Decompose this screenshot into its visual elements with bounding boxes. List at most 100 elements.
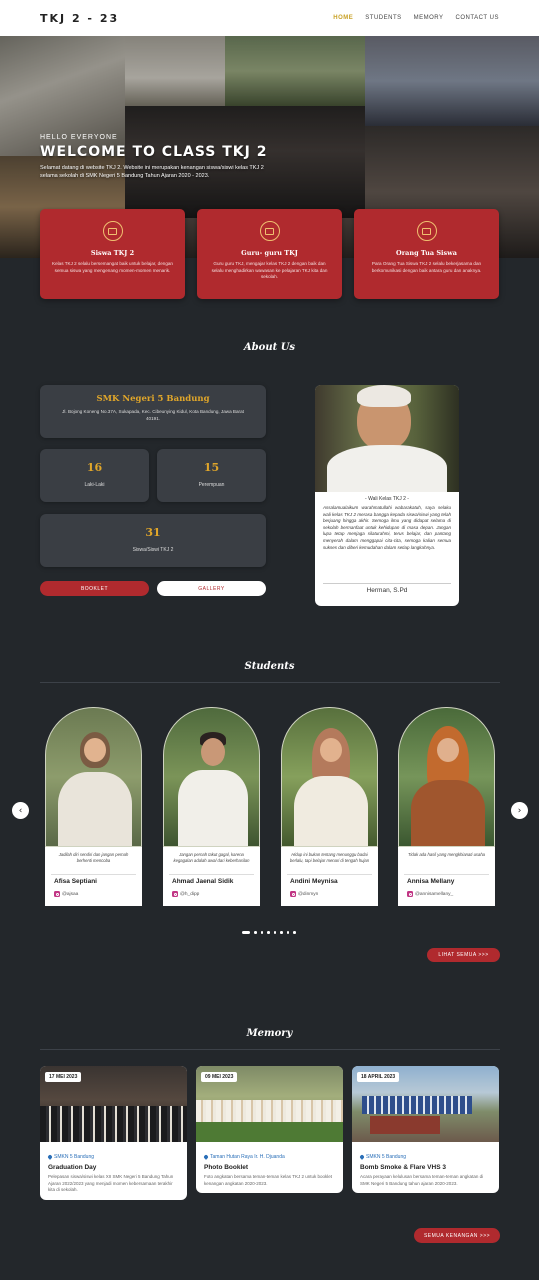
memory-title: Bomb Smoke & Flare VHS 3: [360, 1164, 446, 1171]
student-name: Afisa Septiani: [54, 878, 97, 885]
student-instagram[interactable]: @ajsaa: [62, 892, 78, 897]
stat-label: Laki-Laki: [84, 482, 105, 488]
divider: [287, 874, 372, 875]
stat-value: 31: [145, 526, 161, 539]
student-instagram[interactable]: @h_dipp: [180, 892, 199, 897]
student-card[interactable]: Jangan pernah takut gagal, karena kegaga…: [163, 707, 260, 906]
feature-card-guru: Guru- guru TKJ Guru guru TKJ, mengajar k…: [197, 209, 342, 299]
memory-card[interactable]: 17 MEI 2023 SMKN 5 Bandung Graduation Da…: [40, 1066, 187, 1200]
memory-location: Taman Hutan Raya Ir. H. Djuanda: [210, 1154, 285, 1160]
memory-date: 17 MEI 2023: [45, 1072, 82, 1082]
see-all-memories-button[interactable]: SEMUA KENANGAN >>>: [414, 1228, 500, 1243]
about-heading: About Us: [243, 342, 296, 353]
memory-photo: 18 APRIL 2023: [352, 1066, 499, 1142]
student-instagram[interactable]: @annisamellany_: [415, 892, 453, 897]
feature-title: Siswa TKJ 2: [90, 249, 135, 257]
memory-card[interactable]: 18 APRIL 2023 SMKN 5 Bandung Bomb Smoke …: [352, 1066, 499, 1194]
student-photo: [398, 707, 495, 847]
divider: [169, 874, 254, 875]
student-name: Annisa Mellany: [407, 878, 455, 885]
memory-card[interactable]: 09 MEI 2023 Taman Hutan Raya Ir. H. Djua…: [196, 1066, 343, 1194]
brand-logo[interactable]: TKJ 2 - 23: [40, 12, 119, 25]
memory-location: SMKN 5 Bandung: [366, 1154, 407, 1160]
location-pin-icon: [203, 1154, 209, 1160]
instagram-icon: [290, 891, 296, 897]
nav-item-memory[interactable]: MEMORY: [414, 15, 444, 21]
stat-card-male: 16 Laki-Laki: [40, 449, 149, 502]
memory-description: Foto angkatan bersama teman-teman kelas …: [204, 1174, 332, 1186]
nav-menu: HOME STUDENTS MEMORY CONTACT US: [333, 15, 499, 21]
carousel-dot[interactable]: [254, 931, 257, 934]
feature-text: Kelas TKJ 2 selalu bersemangat baik untu…: [52, 261, 173, 273]
carousel-dot[interactable]: [280, 931, 283, 934]
instagram-icon: [172, 891, 178, 897]
hero-description: Selamat datang di website TKJ 2. Website…: [40, 165, 264, 179]
booklet-button[interactable]: BOOKLET: [40, 581, 149, 596]
gallery-button[interactable]: GALLERY: [157, 581, 266, 596]
divider: [51, 874, 136, 875]
memory-date: 09 MEI 2023: [201, 1072, 238, 1082]
nav-item-home[interactable]: HOME: [333, 15, 353, 21]
teacher-photo: [315, 385, 459, 492]
nav-item-contact[interactable]: CONTACT US: [456, 15, 499, 21]
location-pin-icon: [359, 1154, 365, 1160]
hero-kicker: HELLO EVERYONE: [40, 134, 118, 141]
carousel-pagination: [242, 931, 296, 934]
student-name: Ahmad Jaenal Sidik: [172, 878, 234, 885]
memory-date: 18 APRIL 2023: [357, 1072, 400, 1082]
student-photo: [45, 707, 142, 847]
student-card[interactable]: Jadilah diri sendiri dan jangan pernah b…: [45, 707, 142, 906]
student-icon: [102, 221, 123, 241]
student-card[interactable]: Tidak ada hasil yang mengkhianati usaha …: [398, 707, 495, 906]
memory-location: SMKN 5 Bandung: [54, 1154, 95, 1160]
student-quote: Jangan pernah takut gagal, karena kegaga…: [173, 852, 250, 863]
school-info-card: SMK Negeri 5 Bandung Jl. Bojong Koneng N…: [40, 385, 266, 438]
see-all-students-button[interactable]: LIHAT SEMUA >>>: [427, 948, 500, 962]
carousel-dot[interactable]: [293, 931, 296, 934]
instagram-icon: [407, 891, 413, 897]
divider: [40, 1049, 500, 1050]
stat-card-total: 31 Siswa/Siswi TKJ 2: [40, 514, 266, 567]
student-name: Andini Meynisa: [290, 878, 338, 885]
navbar: TKJ 2 - 23 HOME STUDENTS MEMORY CONTACT …: [0, 0, 539, 36]
student-quote: Tidak ada hasil yang mengkhianati usaha: [407, 852, 486, 857]
carousel-dot[interactable]: [242, 931, 250, 934]
carousel-dot[interactable]: [260, 931, 263, 934]
memory-title: Graduation Day: [48, 1164, 97, 1171]
hero-title: WELCOME TO CLASS TKJ 2: [40, 144, 268, 160]
memory-heading: Memory: [246, 1028, 293, 1039]
teacher-role: - Wali Kelas TKJ 2 -: [365, 496, 409, 502]
carousel-dot[interactable]: [286, 931, 289, 934]
stat-value: 16: [86, 461, 103, 474]
student-photo: [281, 707, 378, 847]
student-card[interactable]: Hidup ini bukan tentang menunggu badai b…: [281, 707, 378, 906]
school-address: Jl. Bojong Koneng No.37A, Sukapada, Kec.…: [62, 409, 244, 421]
carousel-dot[interactable]: [273, 931, 276, 934]
nav-item-students[interactable]: STUDENTS: [365, 15, 401, 21]
divider: [323, 583, 451, 584]
student-instagram[interactable]: @dinmyn: [298, 892, 318, 897]
stat-card-female: 15 Perempuan: [157, 449, 266, 502]
feature-card-siswa: Siswa TKJ 2 Kelas TKJ 2 selalu bersemang…: [40, 209, 185, 299]
feature-title: Orang Tua Siswa: [396, 249, 457, 257]
memory-photo: 17 MEI 2023: [40, 1066, 187, 1142]
parents-icon: [416, 221, 437, 241]
teacher-name: Herman, S.Pd: [366, 587, 408, 594]
carousel-next-button[interactable]: ›: [511, 802, 528, 819]
stat-label: Perempuan: [198, 482, 225, 488]
location-pin-icon: [47, 1154, 53, 1160]
divider: [404, 874, 489, 875]
student-quote: Jadilah diri sendiri dan jangan pernah b…: [58, 852, 129, 863]
memory-description: Acara perayaan kelulusan bersama teman-t…: [360, 1174, 484, 1186]
carousel-dot[interactable]: [267, 931, 270, 934]
divider: [40, 682, 500, 683]
feature-card-orang-tua: Orang Tua Siswa Para Orang Tua Siswa TKJ…: [354, 209, 499, 299]
feature-title: Guru- guru TKJ: [241, 249, 298, 257]
student-photo: [163, 707, 260, 847]
students-heading: Students: [244, 661, 295, 672]
carousel-prev-button[interactable]: ‹: [12, 802, 29, 819]
school-name: SMK Negeri 5 Bandung: [96, 394, 210, 404]
memory-photo: 09 MEI 2023: [196, 1066, 343, 1142]
teacher-icon: [259, 221, 280, 241]
feature-text: Guru guru TKJ, mengajar kelas TKJ 2 deng…: [211, 261, 328, 279]
